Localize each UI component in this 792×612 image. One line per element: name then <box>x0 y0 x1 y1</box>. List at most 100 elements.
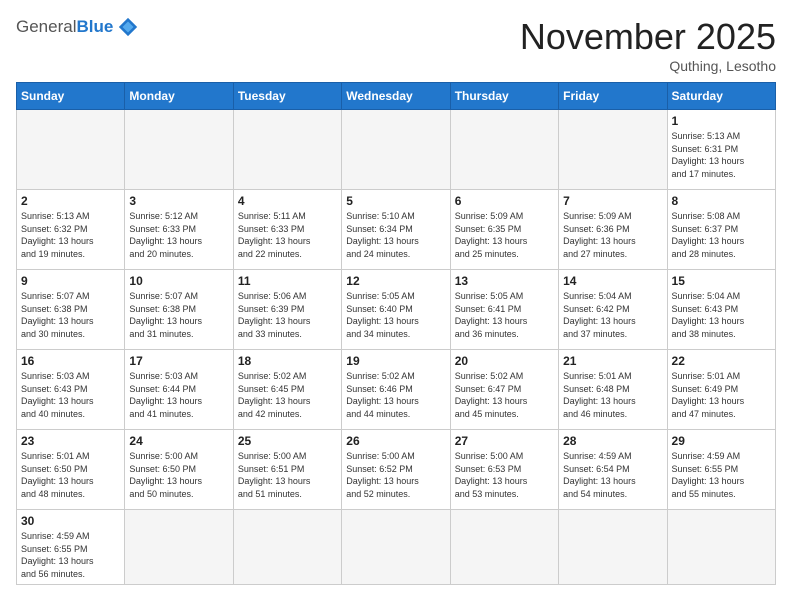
day-number: 29 <box>672 434 771 448</box>
table-row: 10 Sunrise: 5:07 AM Sunset: 6:38 PM Dayli… <box>125 270 233 350</box>
table-row: 30 Sunrise: 4:59 AM Sunset: 6:55 PM Dayli… <box>17 510 125 585</box>
weekday-header-monday: Monday <box>125 83 233 110</box>
day-info: Sunrise: 5:05 AM Sunset: 6:41 PM Dayligh… <box>455 290 554 340</box>
calendar-week-row: 2Sunrise: 5:13 AM Sunset: 6:32 PM Daylig… <box>17 190 776 270</box>
day-number: 5 <box>346 194 445 208</box>
day-info: Sunrise: 5:12 AM Sunset: 6:33 PM Dayligh… <box>129 210 228 260</box>
day-info: Sunrise: 5:06 AM Sunset: 6:39 PM Dayligh… <box>238 290 337 340</box>
day-number: 14 <box>563 274 662 288</box>
table-row: 29 Sunrise: 4:59 AM Sunset: 6:55 PM Dayli… <box>667 430 775 510</box>
table-row: 1 Sunrise: 5:13 AM Sunset: 6:31 PM Daylig… <box>667 110 775 190</box>
day-number: 11 <box>238 274 337 288</box>
table-row: 22 Sunrise: 5:01 AM Sunset: 6:49 PM Dayli… <box>667 350 775 430</box>
day-number: 19 <box>346 354 445 368</box>
table-row <box>342 510 450 585</box>
table-row: 20Sunrise: 5:02 AM Sunset: 6:47 PM Dayli… <box>450 350 558 430</box>
table-row: 19 Sunrise: 5:02 AM Sunset: 6:46 PM Dayli… <box>342 350 450 430</box>
weekday-header-thursday: Thursday <box>450 83 558 110</box>
day-info: Sunrise: 5:02 AM Sunset: 6:45 PM Dayligh… <box>238 370 337 420</box>
day-number: 16 <box>21 354 120 368</box>
table-row <box>233 110 341 190</box>
table-row: 15 Sunrise: 5:04 AM Sunset: 6:43 PM Dayli… <box>667 270 775 350</box>
calendar-week-row: 23Sunrise: 5:01 AM Sunset: 6:50 PM Dayli… <box>17 430 776 510</box>
day-number: 12 <box>346 274 445 288</box>
table-row: 16 Sunrise: 5:03 AM Sunset: 6:43 PM Dayli… <box>17 350 125 430</box>
logo-icon <box>117 16 139 38</box>
day-info: Sunrise: 5:08 AM Sunset: 6:37 PM Dayligh… <box>672 210 771 260</box>
day-number: 15 <box>672 274 771 288</box>
logo: General Blue <box>16 16 139 38</box>
weekday-header-wednesday: Wednesday <box>342 83 450 110</box>
day-number: 22 <box>672 354 771 368</box>
day-info: Sunrise: 5:01 AM Sunset: 6:49 PM Dayligh… <box>672 370 771 420</box>
day-number: 6 <box>455 194 554 208</box>
day-number: 2 <box>21 194 120 208</box>
day-number: 17 <box>129 354 228 368</box>
day-info: Sunrise: 5:00 AM Sunset: 6:53 PM Dayligh… <box>455 450 554 500</box>
day-number: 4 <box>238 194 337 208</box>
table-row: 23Sunrise: 5:01 AM Sunset: 6:50 PM Dayli… <box>17 430 125 510</box>
day-number: 23 <box>21 434 120 448</box>
table-row: 9 Sunrise: 5:07 AM Sunset: 6:38 PM Daylig… <box>17 270 125 350</box>
weekday-header-saturday: Saturday <box>667 83 775 110</box>
table-row: 11 Sunrise: 5:06 AM Sunset: 6:39 PM Dayli… <box>233 270 341 350</box>
day-info: Sunrise: 5:00 AM Sunset: 6:51 PM Dayligh… <box>238 450 337 500</box>
table-row: 12 Sunrise: 5:05 AM Sunset: 6:40 PM Dayli… <box>342 270 450 350</box>
day-info: Sunrise: 5:02 AM Sunset: 6:47 PM Dayligh… <box>455 370 554 420</box>
day-number: 24 <box>129 434 228 448</box>
day-info: Sunrise: 5:03 AM Sunset: 6:44 PM Dayligh… <box>129 370 228 420</box>
day-info: Sunrise: 5:04 AM Sunset: 6:42 PM Dayligh… <box>563 290 662 340</box>
day-info: Sunrise: 5:00 AM Sunset: 6:52 PM Dayligh… <box>346 450 445 500</box>
logo-blue-text: Blue <box>76 17 113 37</box>
title-block: November 2025 Quthing, Lesotho <box>520 16 776 74</box>
day-number: 21 <box>563 354 662 368</box>
day-number: 13 <box>455 274 554 288</box>
table-row <box>559 110 667 190</box>
day-info: Sunrise: 4:59 AM Sunset: 6:54 PM Dayligh… <box>563 450 662 500</box>
calendar-week-row: 16 Sunrise: 5:03 AM Sunset: 6:43 PM Dayli… <box>17 350 776 430</box>
day-info: Sunrise: 4:59 AM Sunset: 6:55 PM Dayligh… <box>21 530 120 580</box>
calendar-week-row: 30 Sunrise: 4:59 AM Sunset: 6:55 PM Dayli… <box>17 510 776 585</box>
day-info: Sunrise: 5:04 AM Sunset: 6:43 PM Dayligh… <box>672 290 771 340</box>
day-info: Sunrise: 5:07 AM Sunset: 6:38 PM Dayligh… <box>129 290 228 340</box>
day-info: Sunrise: 5:09 AM Sunset: 6:36 PM Dayligh… <box>563 210 662 260</box>
table-row <box>125 110 233 190</box>
day-info: Sunrise: 5:00 AM Sunset: 6:50 PM Dayligh… <box>129 450 228 500</box>
calendar-table: SundayMondayTuesdayWednesdayThursdayFrid… <box>16 82 776 585</box>
day-info: Sunrise: 4:59 AM Sunset: 6:55 PM Dayligh… <box>672 450 771 500</box>
table-row: 28Sunrise: 4:59 AM Sunset: 6:54 PM Dayli… <box>559 430 667 510</box>
day-info: Sunrise: 5:10 AM Sunset: 6:34 PM Dayligh… <box>346 210 445 260</box>
month-title: November 2025 <box>520 16 776 58</box>
logo-general-text: General <box>16 17 76 37</box>
day-info: Sunrise: 5:02 AM Sunset: 6:46 PM Dayligh… <box>346 370 445 420</box>
day-number: 7 <box>563 194 662 208</box>
day-info: Sunrise: 5:13 AM Sunset: 6:31 PM Dayligh… <box>672 130 771 180</box>
weekday-header-row: SundayMondayTuesdayWednesdayThursdayFrid… <box>17 83 776 110</box>
table-row: 13 Sunrise: 5:05 AM Sunset: 6:41 PM Dayli… <box>450 270 558 350</box>
day-number: 1 <box>672 114 771 128</box>
table-row: 6Sunrise: 5:09 AM Sunset: 6:35 PM Daylig… <box>450 190 558 270</box>
day-number: 9 <box>21 274 120 288</box>
day-info: Sunrise: 5:05 AM Sunset: 6:40 PM Dayligh… <box>346 290 445 340</box>
day-number: 26 <box>346 434 445 448</box>
day-number: 18 <box>238 354 337 368</box>
table-row <box>17 110 125 190</box>
calendar-week-row: 9 Sunrise: 5:07 AM Sunset: 6:38 PM Daylig… <box>17 270 776 350</box>
day-number: 27 <box>455 434 554 448</box>
table-row: 26 Sunrise: 5:00 AM Sunset: 6:52 PM Dayli… <box>342 430 450 510</box>
table-row <box>233 510 341 585</box>
calendar-week-row: 1 Sunrise: 5:13 AM Sunset: 6:31 PM Daylig… <box>17 110 776 190</box>
day-info: Sunrise: 5:07 AM Sunset: 6:38 PM Dayligh… <box>21 290 120 340</box>
weekday-header-friday: Friday <box>559 83 667 110</box>
table-row: 17 Sunrise: 5:03 AM Sunset: 6:44 PM Dayli… <box>125 350 233 430</box>
table-row: 18 Sunrise: 5:02 AM Sunset: 6:45 PM Dayli… <box>233 350 341 430</box>
table-row: 21Sunrise: 5:01 AM Sunset: 6:48 PM Dayli… <box>559 350 667 430</box>
day-info: Sunrise: 5:03 AM Sunset: 6:43 PM Dayligh… <box>21 370 120 420</box>
table-row <box>559 510 667 585</box>
weekday-header-sunday: Sunday <box>17 83 125 110</box>
day-number: 10 <box>129 274 228 288</box>
table-row: 25Sunrise: 5:00 AM Sunset: 6:51 PM Dayli… <box>233 430 341 510</box>
day-number: 30 <box>21 514 120 528</box>
table-row: 3Sunrise: 5:12 AM Sunset: 6:33 PM Daylig… <box>125 190 233 270</box>
day-number: 8 <box>672 194 771 208</box>
